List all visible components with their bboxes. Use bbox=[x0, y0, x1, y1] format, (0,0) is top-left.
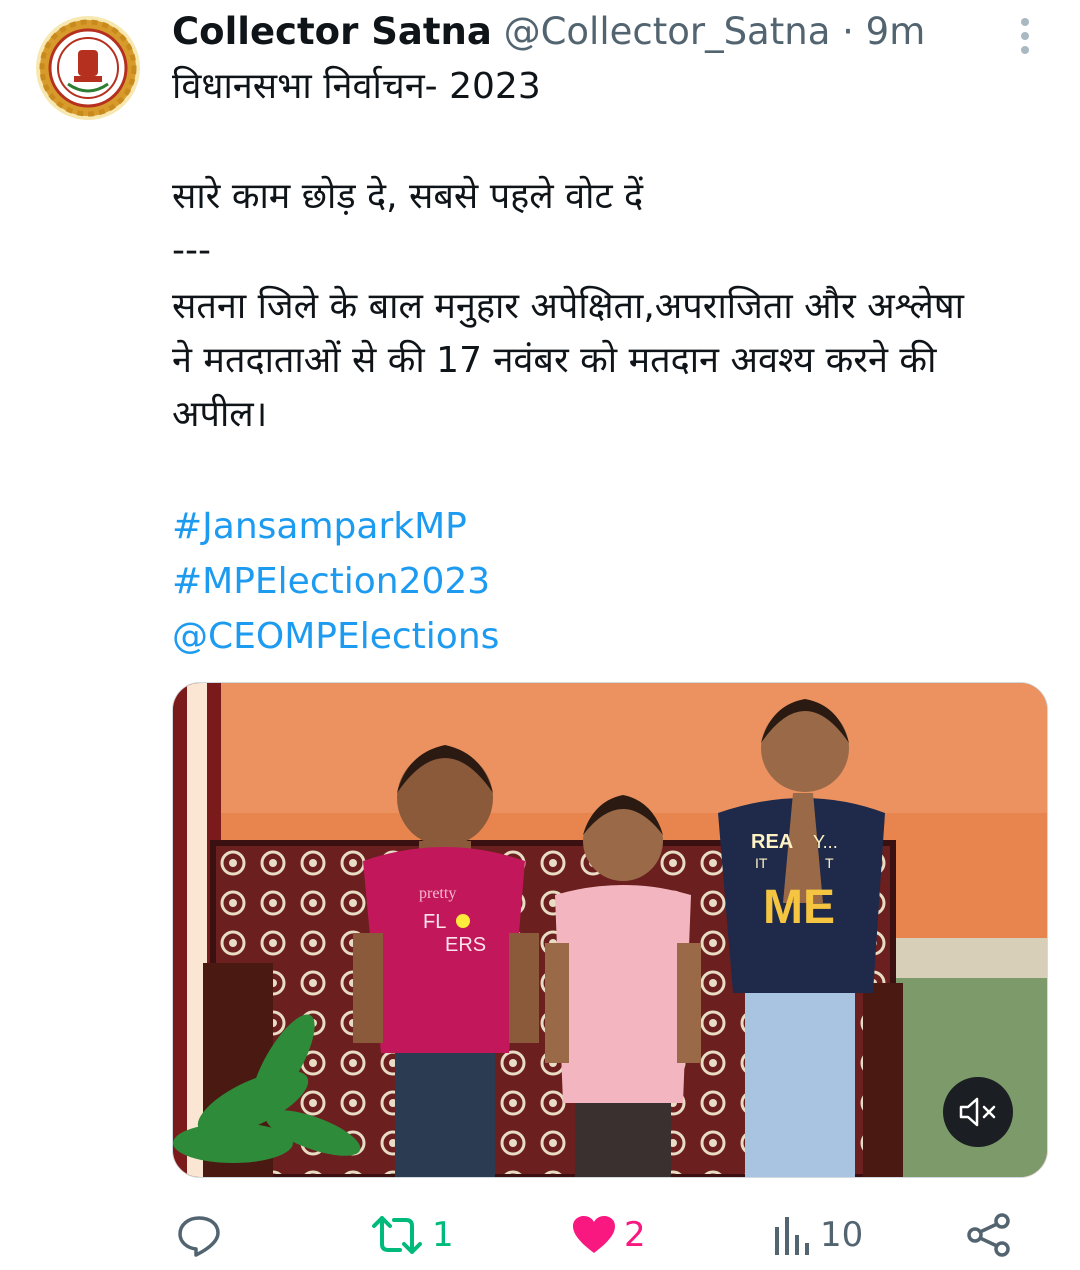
mute-button[interactable] bbox=[943, 1077, 1013, 1147]
tweet-text-line: सतना जिले के बाल मनुहार अपेक्षिता,अपराजि… bbox=[172, 286, 964, 327]
hashtag-link[interactable]: #JansamparkMP bbox=[172, 500, 467, 554]
share-button[interactable] bbox=[966, 1200, 1012, 1270]
timestamp[interactable]: 9m bbox=[866, 10, 926, 53]
tweet-text-line: सारे काम छोड़ दे, सबसे पहले वोट दें bbox=[172, 176, 644, 217]
more-vertical-icon bbox=[1008, 18, 1042, 54]
reply-icon bbox=[178, 1216, 220, 1257]
shirt-text: pretty bbox=[419, 885, 456, 902]
video-player[interactable]: pretty FL ERS REA Y... IT T ME bbox=[172, 682, 1048, 1178]
separator-dot: · bbox=[842, 10, 854, 53]
share-icon bbox=[967, 1213, 1010, 1257]
emblem-logo bbox=[36, 16, 140, 120]
views-button[interactable]: 10 bbox=[772, 1200, 863, 1270]
retweet-icon bbox=[372, 1216, 422, 1254]
heart-icon bbox=[573, 1216, 615, 1253]
tweet-actions: 1 2 10 bbox=[0, 1200, 1080, 1270]
avatar[interactable] bbox=[34, 14, 142, 122]
hashtag-link[interactable]: #MPElection2023 bbox=[172, 555, 490, 609]
like-count: 2 bbox=[624, 1215, 646, 1255]
tweet-text-line: अपील। bbox=[172, 394, 268, 435]
shirt-text: ME bbox=[763, 881, 835, 934]
tweet-text-line: --- bbox=[172, 230, 211, 271]
retweet-button[interactable]: 1 bbox=[370, 1200, 454, 1270]
tweet-header: Collector Satna @Collector_Satna · 9m bbox=[172, 10, 1020, 58]
like-button[interactable]: 2 bbox=[572, 1200, 646, 1270]
author-name[interactable]: Collector Satna bbox=[172, 10, 492, 53]
shirt-text: FL bbox=[423, 911, 446, 933]
views-icon bbox=[775, 1217, 809, 1255]
reply-button[interactable] bbox=[176, 1200, 230, 1270]
shirt-text: Y... bbox=[813, 832, 838, 852]
shirt-text: ERS bbox=[445, 934, 486, 956]
video-frame: pretty FL ERS REA Y... IT T ME bbox=[173, 683, 1047, 1177]
author-handle[interactable]: @Collector_Satna bbox=[504, 10, 831, 53]
more-options-button[interactable] bbox=[1008, 18, 1042, 62]
tweet-text-line: ने मतदाताओं से की 17 नवंबर को मतदान अवश्… bbox=[172, 340, 937, 381]
tweet-text-line: विधानसभा निर्वाचन- 2023 bbox=[172, 66, 541, 107]
shirt-text: IT bbox=[755, 855, 768, 871]
shirt-text: REA bbox=[751, 831, 793, 853]
views-count: 10 bbox=[820, 1215, 864, 1255]
retweet-count: 1 bbox=[432, 1215, 454, 1255]
mute-icon bbox=[959, 1097, 996, 1127]
mention-link[interactable]: @CEOMPElections bbox=[172, 610, 499, 664]
shirt-text: T bbox=[825, 855, 834, 871]
